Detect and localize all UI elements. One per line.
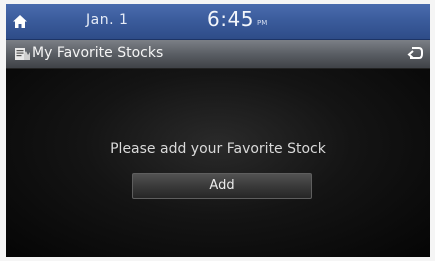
ampm-indicator: PM: [257, 19, 268, 27]
home-icon: [13, 15, 27, 28]
date-text: Jan. 1: [86, 12, 129, 28]
status-bar: Jan. 1 6:45 PM: [6, 4, 430, 40]
time-text: 6:45: [207, 7, 254, 31]
title-bar: My Favorite Stocks: [6, 40, 430, 69]
page-title: My Favorite Stocks: [32, 45, 164, 61]
back-arrow-icon: [407, 45, 423, 64]
main-content: Please add your Favorite Stock Add: [6, 69, 430, 257]
add-stock-button[interactable]: Add: [132, 173, 312, 199]
head-unit-screen: Jan. 1 6:45 PM My Favorite Stocks Please…: [6, 4, 430, 257]
back-button[interactable]: [400, 40, 430, 68]
home-button[interactable]: [6, 4, 34, 39]
empty-state-message: Please add your Favorite Stock: [110, 141, 326, 157]
stocks-icon: [15, 46, 30, 60]
